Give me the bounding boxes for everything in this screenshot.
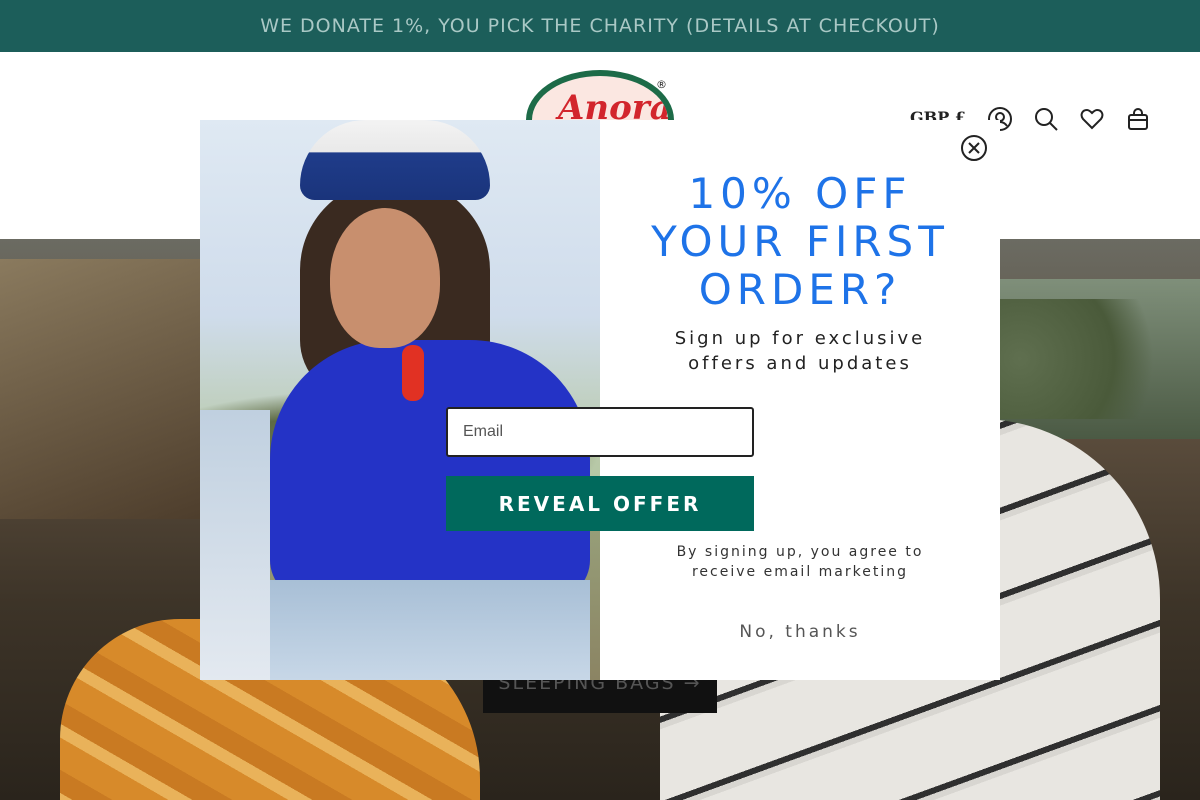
legal-disclaimer: By signing up, you agree to receive emai… [640, 542, 960, 582]
photo-trucker-cap [300, 120, 490, 200]
photo-face [330, 208, 440, 348]
popup-headline: 10% OFF YOUR FIRST ORDER? [600, 170, 1000, 314]
legal-line: By signing up, you agree to [676, 544, 924, 560]
photo-blue-sweater [270, 340, 590, 600]
close-icon[interactable] [960, 134, 988, 162]
lobster-emblem-icon [402, 345, 424, 401]
popup-photo [200, 120, 600, 680]
legal-line: receive email marketing [691, 564, 908, 580]
subtext-line: offers and updates [688, 353, 912, 374]
headline-line: ORDER? [698, 265, 902, 314]
headline-line: YOUR FIRST [651, 217, 949, 266]
reveal-offer-button[interactable]: REVEAL OFFER [446, 476, 754, 531]
photo-jeans [270, 580, 590, 680]
popup-subtext: Sign up for exclusive offers and updates [640, 326, 960, 376]
signup-popup: 10% OFF YOUR FIRST ORDER? Sign up for ex… [200, 120, 1000, 680]
no-thanks-button[interactable]: No, thanks [700, 618, 900, 646]
popup-content: 10% OFF YOUR FIRST ORDER? Sign up for ex… [600, 120, 1000, 680]
photo-companion [200, 410, 270, 680]
headline-line: 10% OFF [688, 169, 912, 218]
subtext-line: Sign up for exclusive [674, 328, 926, 349]
email-field[interactable] [446, 407, 754, 457]
